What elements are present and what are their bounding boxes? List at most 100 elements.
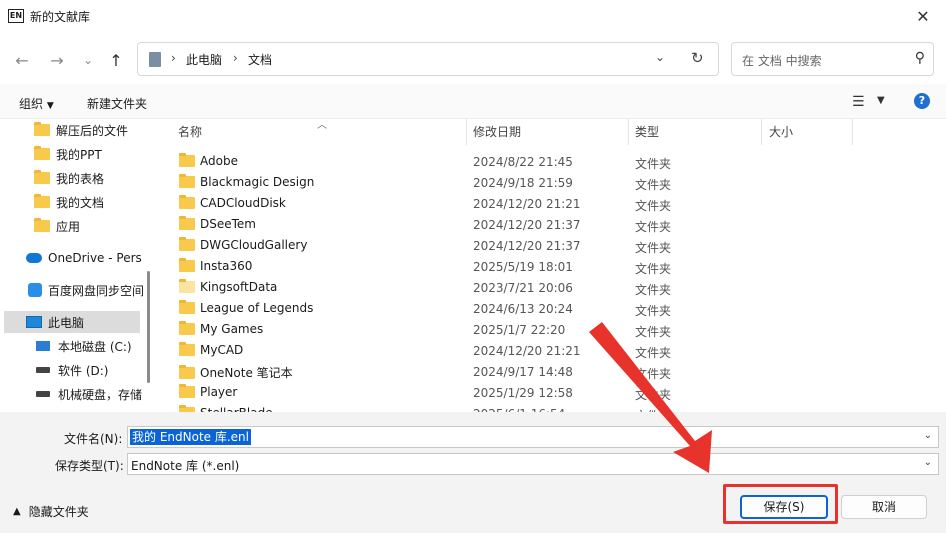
file-row[interactable]: OneNote 笔记本 2024/9/17 14:48 文件夹	[160, 361, 946, 382]
column-divider[interactable]	[852, 119, 853, 145]
sidebar-item-label: 本地磁盘 (C:)	[58, 339, 132, 354]
sidebar-item-this-pc[interactable]: 此电脑	[4, 311, 140, 333]
address-bar[interactable]: › 此电脑 › 文档 ⌄ ↻	[137, 42, 719, 76]
sidebar-item-my-ppt[interactable]: 我的PPT	[34, 143, 102, 165]
file-type: 文件夹	[635, 241, 672, 255]
breadcrumb-this-pc[interactable]: 此电脑	[186, 51, 222, 68]
title-bar: EN 新的文献库 ✕	[0, 0, 946, 32]
sidebar-item-my-sheets[interactable]: 我的表格	[34, 167, 104, 189]
file-name-cell: DWGCloudGallery	[179, 237, 307, 252]
file-row[interactable]: Adobe 2024/8/22 21:45 文件夹	[160, 151, 946, 172]
sidebar-item-apps[interactable]: 应用	[34, 215, 80, 237]
file-date: 2024/12/20 21:21	[473, 344, 581, 358]
file-name-cell: My Games	[179, 321, 263, 336]
file-date: 2024/12/20 21:37	[473, 239, 581, 253]
file-date: 2024/8/22 21:45	[473, 155, 573, 169]
file-date: 2024/9/18 21:59	[473, 176, 573, 190]
column-divider[interactable]	[761, 119, 762, 145]
refresh-icon[interactable]: ↻	[691, 49, 704, 67]
folder-icon	[179, 153, 195, 167]
hide-folders-toggle[interactable]: ▲ 隐藏文件夹	[13, 503, 89, 520]
column-header-name[interactable]: 名称	[178, 119, 202, 145]
file-name-cell: DSeeTem	[179, 216, 256, 231]
file-name-cell: MyCAD	[179, 342, 244, 357]
folder-icon	[179, 216, 195, 230]
address-dropdown-icon[interactable]: ⌄	[655, 50, 665, 64]
column-header-size[interactable]: 大小	[769, 119, 793, 145]
file-row[interactable]: Blackmagic Design 2024/9/18 21:59 文件夹	[160, 172, 946, 193]
view-options-icon[interactable]: ☰	[852, 94, 865, 110]
file-row[interactable]: Player 2025/1/29 12:58 文件夹	[160, 382, 946, 403]
search-icon: ⚲	[914, 50, 925, 66]
file-name: Player	[200, 385, 238, 399]
view-dropdown-icon[interactable]: ▼	[877, 95, 885, 106]
column-header-type[interactable]: 类型	[635, 119, 659, 145]
file-row[interactable]: StellarBlade2025/6/1 16:54文件夹	[160, 403, 946, 412]
file-name: MyCAD	[200, 343, 244, 357]
column-header-date[interactable]: 修改日期	[473, 119, 521, 145]
sidebar-item-label: OneDrive - Pers	[48, 251, 142, 265]
file-name: Adobe	[200, 154, 238, 168]
file-date: 2025/1/29 12:58	[473, 386, 573, 400]
documents-icon	[149, 52, 161, 67]
sidebar-item-label: 我的PPT	[56, 147, 102, 162]
file-name: League of Legends	[200, 301, 314, 315]
folder-icon	[179, 279, 195, 293]
file-row[interactable]: My Games 2025/1/7 22:20 文件夹	[160, 319, 946, 340]
file-type: 文件夹	[635, 283, 672, 297]
help-icon[interactable]: ?	[914, 93, 930, 109]
file-row[interactable]: MyCAD 2024/12/20 21:21 文件夹	[160, 340, 946, 361]
file-name-cell: KingsoftData	[179, 279, 277, 294]
sidebar-item-drive-c[interactable]: 本地磁盘 (C:)	[36, 335, 132, 357]
sidebar-item-onedrive[interactable]: OneDrive - Pers	[26, 247, 142, 269]
sidebar-item-my-documents[interactable]: 我的文档	[34, 191, 104, 213]
close-button[interactable]: ✕	[900, 0, 946, 32]
file-type: 文件夹	[635, 199, 672, 213]
up-button[interactable]: ↑	[104, 48, 128, 72]
file-date: 2024/6/13 20:24	[473, 302, 573, 316]
recent-locations-button[interactable]: ⌄	[76, 48, 100, 72]
file-type: 文件夹	[635, 304, 672, 318]
new-folder-button[interactable]: 新建文件夹	[87, 95, 147, 112]
file-date: 2025/1/7 22:20	[473, 323, 566, 337]
file-date: 2024/12/20 21:21	[473, 197, 581, 211]
organize-menu[interactable]: 组织 ▼	[19, 95, 54, 112]
sidebar-item-extracted-files[interactable]: 解压后的文件	[34, 119, 128, 141]
sidebar-item-label: 百度网盘同步空间	[48, 283, 145, 298]
chevron-down-icon[interactable]: ⌄	[924, 430, 932, 441]
file-row[interactable]: DSeeTem 2024/12/20 21:37 文件夹	[160, 214, 946, 235]
sidebar-item-hdd[interactable]: 机械硬盘，存储	[36, 383, 142, 405]
file-name-cell: Player	[179, 384, 238, 399]
file-type: 文件夹	[635, 388, 672, 402]
filetype-label: 保存类型(T):	[55, 459, 124, 473]
file-row[interactable]: CADCloudDisk 2024/12/20 21:21 文件夹	[160, 193, 946, 214]
file-row[interactable]: League of Legends 2024/6/13 20:24 文件夹	[160, 298, 946, 319]
sidebar-item-label: 我的表格	[56, 171, 105, 186]
file-type: 文件夹	[635, 262, 672, 276]
file-date: 2025/5/19 18:01	[473, 260, 573, 274]
sidebar-item-drive-d[interactable]: 软件 (D:)	[36, 359, 108, 381]
filetype-select[interactable]: EndNote 库 (*.enl) ⌄	[127, 453, 939, 475]
column-divider[interactable]	[628, 119, 629, 145]
cancel-button[interactable]: 取消	[841, 495, 927, 519]
back-button[interactable]: ←	[10, 48, 34, 72]
column-divider[interactable]	[466, 119, 467, 145]
folder-icon	[179, 258, 195, 272]
folder-icon	[34, 218, 50, 232]
file-name: Insta360	[200, 259, 253, 273]
sidebar-item-baidu-pan[interactable]: 百度网盘同步空间	[28, 279, 144, 301]
breadcrumb-documents[interactable]: 文档	[248, 51, 272, 68]
filename-input[interactable]: 我的 EndNote 库.enl ⌄	[127, 426, 939, 448]
forward-button[interactable]: →	[45, 48, 69, 72]
search-box[interactable]: 在 文档 中搜索 ⚲	[731, 42, 934, 76]
file-row[interactable]: DWGCloudGallery 2024/12/20 21:37 文件夹	[160, 235, 946, 256]
folder-icon	[179, 342, 195, 356]
file-row[interactable]: Insta360 2025/5/19 18:01 文件夹	[160, 256, 946, 277]
file-row[interactable]: KingsoftData 2023/7/21 20:06 文件夹	[160, 277, 946, 298]
folder-icon	[179, 384, 195, 398]
windows-drive-icon	[36, 341, 50, 351]
file-type: 文件夹	[635, 346, 672, 360]
file-name: CADCloudDisk	[200, 196, 286, 210]
sidebar-scrollbar[interactable]	[147, 271, 150, 383]
folder-icon	[179, 195, 195, 209]
